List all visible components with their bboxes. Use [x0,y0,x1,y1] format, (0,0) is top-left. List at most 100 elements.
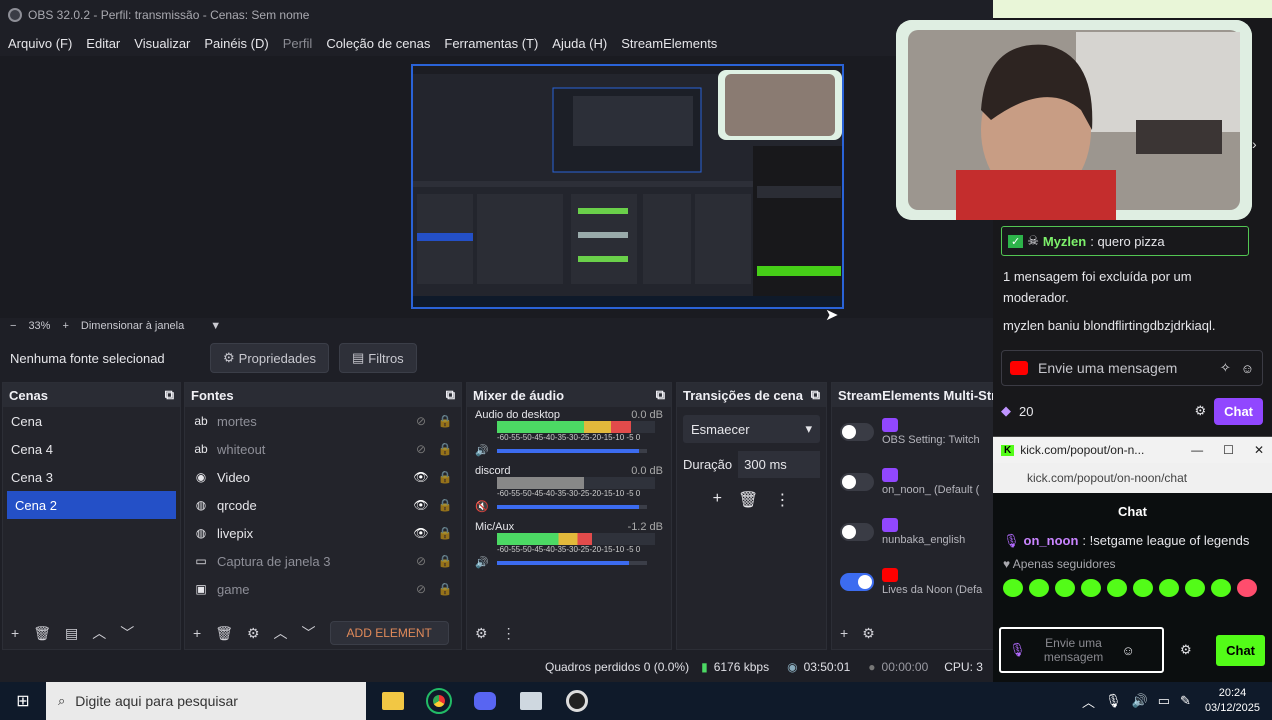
menu-paineis[interactable]: Painéis (D) [204,36,268,51]
undock-icon[interactable]: ⧉ [811,387,820,403]
scene-item[interactable]: Cena 3 [3,463,180,491]
menu-ferramentas[interactable]: Ferramentas (T) [444,36,538,51]
emote-icon[interactable] [1081,579,1101,597]
menu-streamelements[interactable]: StreamElements [621,36,717,51]
toggle-switch[interactable] [840,573,874,591]
source-item[interactable]: ▣ game ⊘ 🔒 [185,575,461,603]
volume-slider[interactable] [496,448,647,453]
close-icon[interactable]: ✕ [1254,443,1264,457]
eye-icon[interactable]: 👁 [413,497,429,513]
add-icon[interactable]: + [193,625,201,641]
emote-icon[interactable] [1107,579,1127,597]
lock-icon[interactable]: 🔒 [437,497,453,513]
obs-icon[interactable] [566,690,588,712]
source-item[interactable]: ◉ Video 👁 🔒 [185,463,461,491]
volume-icon[interactable]: 🔊 [1132,693,1148,709]
menu-ajuda[interactable]: Ajuda (H) [552,36,607,51]
gear-icon[interactable]: ⚙ [1180,642,1192,658]
gear-icon[interactable]: ⚙ [1194,403,1206,419]
scene-item[interactable]: Cena [3,407,180,435]
emote-icon[interactable] [1055,579,1075,597]
lock-icon[interactable]: 🔒 [437,553,453,569]
toggle-switch[interactable] [840,523,874,541]
chrome-icon[interactable] [426,688,452,714]
discord-icon[interactable] [474,692,496,710]
toggle-switch[interactable] [840,423,874,441]
program-preview[interactable] [411,64,844,309]
add-icon[interactable]: + [11,625,19,641]
more-icon[interactable]: ⋮ [502,625,516,642]
add-icon[interactable]: + [840,625,848,641]
chat-username[interactable]: Myzlen [1043,234,1086,249]
scene-item[interactable]: Cena 4 [3,435,180,463]
advanced-audio-icon[interactable]: ⚙ [475,625,488,642]
taskbar-search[interactable]: ⌕ Digite aqui para pesquisar [46,682,366,720]
emote-icon[interactable] [1133,579,1153,597]
undock-icon[interactable]: ⧉ [446,387,455,403]
kick-url-bar[interactable]: kick.com/popout/on-noon/chat [993,463,1272,493]
emote-icon[interactable] [1211,579,1231,597]
trash-icon[interactable]: 🗑 [738,490,758,510]
gear-icon[interactable]: ⚙ [247,625,260,642]
trash-icon[interactable]: 🗑 [215,625,233,642]
speaker-icon[interactable]: 🔊 [475,556,489,569]
chevron-right-icon[interactable]: › [1252,136,1257,152]
pen-icon[interactable]: ✎ [1180,693,1191,709]
emoji-icon[interactable]: ☺ [1122,643,1135,658]
toggle-switch[interactable] [840,473,874,491]
undock-icon[interactable]: ⧉ [165,387,174,403]
add-icon[interactable]: + [713,490,722,510]
muted-icon[interactable]: 🔇 [475,500,489,513]
menu-visualizar[interactable]: Visualizar [134,36,190,51]
lock-icon[interactable]: 🔒 [437,581,453,597]
menu-perfil[interactable]: Perfil [283,36,313,51]
minimize-icon[interactable]: — [1191,443,1203,457]
kick-username[interactable]: on_noon [1024,533,1079,549]
menu-arquivo[interactable]: Arquivo (F) [8,36,72,51]
eye-slash-icon[interactable]: ⊘ [413,441,429,457]
emote-icon[interactable] [1159,579,1179,597]
chevron-down-icon[interactable]: ﹀ [120,623,134,643]
fit-to-window-button[interactable]: Dimensionar à janela [81,320,184,332]
zoom-out-button[interactable]: − [10,320,16,332]
transition-select[interactable]: Esmaecer ▾ [683,415,820,443]
mic-tray-icon[interactable]: 🎙 [1105,693,1122,709]
source-item[interactable]: ▭ Captura de janela 3 ⊘ 🔒 [185,547,461,575]
network-icon[interactable]: ▭ [1158,693,1170,709]
maximize-icon[interactable]: ☐ [1223,443,1234,457]
source-item[interactable]: ◍ qrcode 👁 🔒 [185,491,461,519]
lock-icon[interactable]: 🔒 [437,413,453,429]
zoom-in-button[interactable]: + [62,320,68,332]
gear-icon[interactable]: ⚙ [862,625,875,642]
filter-icon[interactable]: ▤ [65,625,78,642]
scene-item-selected[interactable]: Cena 2 [7,491,176,519]
lock-icon[interactable]: 🔒 [437,525,453,541]
chevron-down-icon[interactable]: ﹀ [302,623,316,643]
emoji-icon[interactable]: ☺ [1241,361,1254,376]
emote-icon[interactable] [1029,579,1049,597]
chevron-up-icon[interactable]: ︿ [92,623,106,643]
speaker-icon[interactable]: 🔊 [475,444,489,457]
source-item[interactable]: ab mortes ⊘ 🔒 [185,407,461,435]
duration-input[interactable]: 300 ms [738,451,820,478]
volume-slider[interactable] [496,504,647,509]
filters-button[interactable]: ▤ Filtros [338,343,417,373]
more-icon[interactable]: ⋮ [774,490,790,510]
emote-icon[interactable] [1003,579,1023,597]
menu-colecao-cenas[interactable]: Coleção de cenas [326,36,430,51]
app-icon[interactable] [520,692,542,710]
twitch-chat-input[interactable]: Envie uma mensagem ✧ ☺ [1001,350,1263,386]
chevron-up-icon[interactable]: ︿ [1082,692,1095,711]
file-explorer-icon[interactable] [382,692,404,710]
source-item[interactable]: ab whiteout ⊘ 🔒 [185,435,461,463]
points-icon[interactable]: ◆ [1001,403,1011,419]
volume-slider[interactable] [496,560,647,565]
trash-icon[interactable]: 🗑 [33,625,51,642]
chevron-down-icon[interactable]: ▼ [210,320,221,332]
windows-start-icon[interactable]: ⊞ [0,691,46,711]
lock-icon[interactable]: 🔒 [437,441,453,457]
eye-icon[interactable]: 👁 [413,469,429,485]
properties-button[interactable]: ⚙ Propriedades [210,343,329,373]
eye-icon[interactable]: 👁 [413,525,429,541]
kick-chat-button[interactable]: Chat [1216,634,1265,666]
